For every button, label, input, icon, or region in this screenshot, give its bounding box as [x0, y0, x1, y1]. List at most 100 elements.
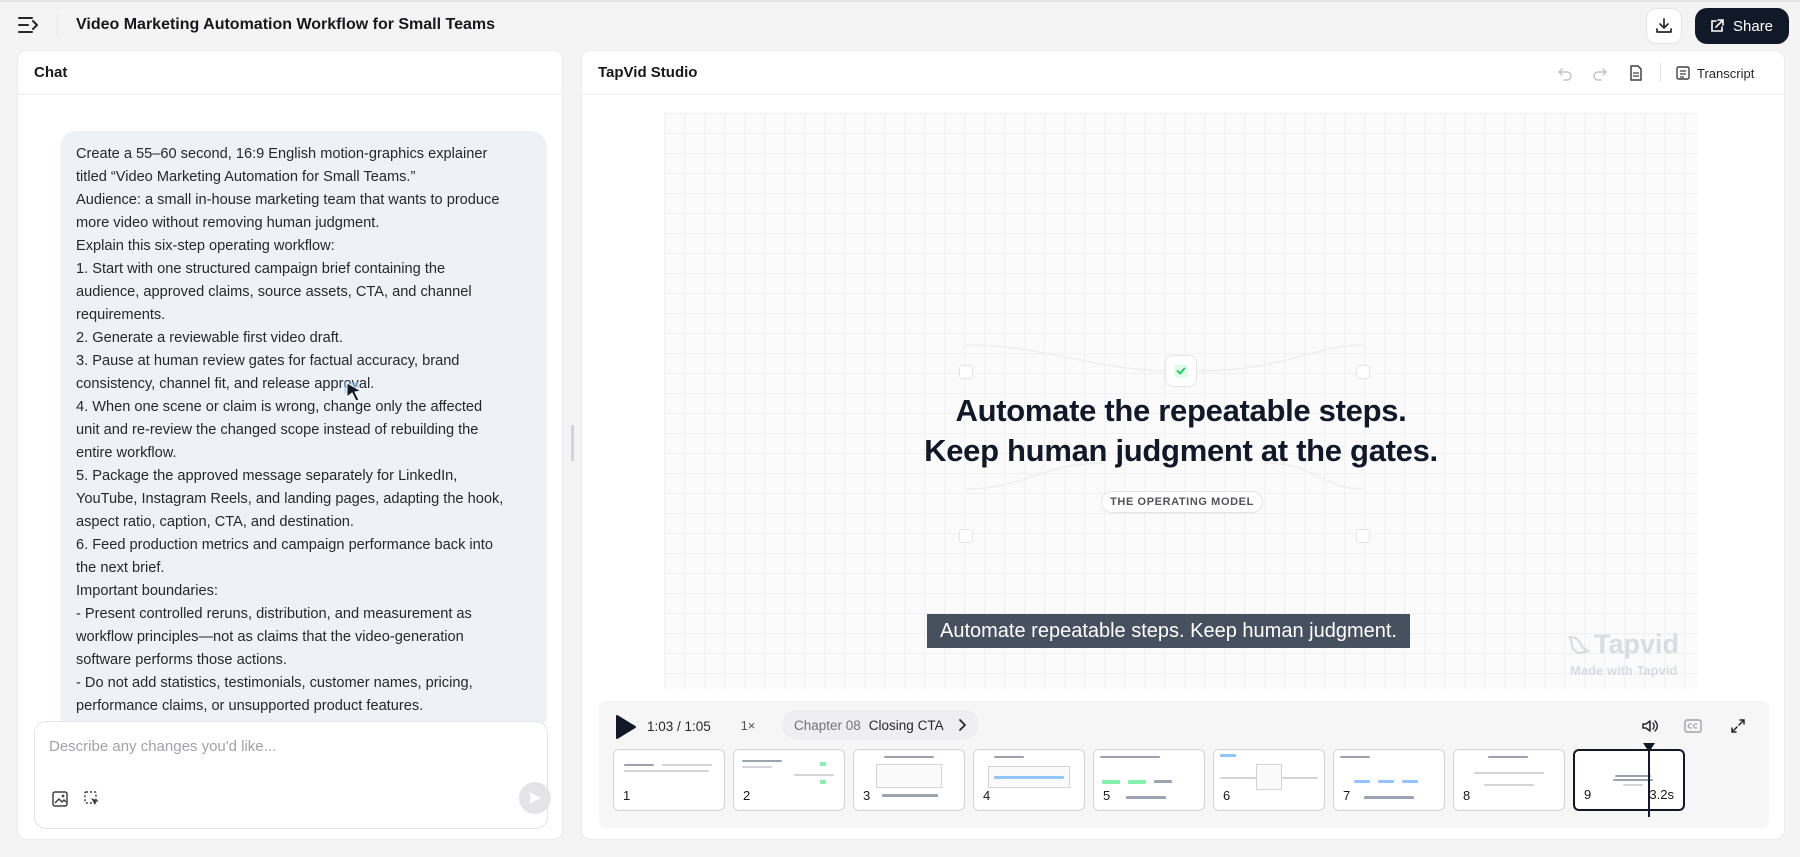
chat-input[interactable] [49, 734, 529, 758]
scene-thumbnail[interactable]: 4 [973, 749, 1085, 811]
scene-number: 4 [983, 788, 991, 803]
scene-thumbnail[interactable]: 2 [733, 749, 845, 811]
undo-button[interactable] [1555, 63, 1575, 83]
message-line: requirements. [76, 307, 166, 323]
panel-resize-handle[interactable] [571, 425, 574, 461]
studio-panel: TapVid Studio Transcript Automate the re… [581, 50, 1785, 840]
message-line: titled “Video Marketing Automation for S… [76, 169, 416, 185]
message-line: audience, approved claims, source assets… [76, 284, 472, 300]
chapter-number: Chapter 08 [794, 717, 861, 733]
watermark-name: Tapvid [1594, 629, 1680, 659]
captions-button[interactable] [1682, 715, 1704, 737]
scene-thumbnail[interactable]: 5 [1093, 749, 1205, 811]
message-line: 4. When one scene or claim is wrong, cha… [76, 399, 483, 415]
watermark-subtitle: Made with Tapvid [1570, 663, 1678, 678]
document-button[interactable] [1626, 63, 1646, 83]
header-separator [1660, 63, 1661, 83]
chapter-name: Closing CTA [868, 717, 944, 733]
closed-captions-icon [1684, 719, 1702, 733]
message-line: entire workflow. [76, 445, 177, 461]
message-line: YouTube, Instagram Reels, and landing pa… [76, 491, 504, 507]
chat-panel: Chat Create a 55–60 second, 16:9 English… [17, 50, 563, 840]
scene-thumbnail[interactable]: 7 [1333, 749, 1445, 811]
workflow-node [1356, 365, 1370, 379]
redo-button[interactable] [1590, 63, 1610, 83]
message-line: more video without removing human judgme… [76, 215, 380, 231]
scene-headline-line2: Keep human judgment at the gates. [924, 433, 1438, 468]
player-controls: 1:03 / 1:05 1× Chapter 08 Closing CTA 1 2… [599, 701, 1769, 828]
message-line: Important boundaries: [76, 583, 218, 599]
message-line: software performs those actions. [76, 652, 287, 668]
studio-title: TapVid Studio [598, 64, 698, 81]
playback-time: 1:03 / 1:05 [647, 719, 711, 734]
scene-thumbnail[interactable]: 6 [1213, 749, 1325, 811]
message-line: Audience: a small in-house marketing tea… [76, 192, 500, 208]
scene-thumbnail[interactable]: 3 [853, 749, 965, 811]
scene-number: 8 [1463, 788, 1471, 803]
scene-number: 5 [1103, 788, 1111, 803]
play-button[interactable] [613, 714, 637, 740]
image-edit-icon [52, 791, 68, 807]
top-bar: Video Marketing Automation Workflow for … [0, 0, 1800, 48]
select-element-button[interactable] [81, 788, 103, 810]
share-label: Share [1733, 17, 1774, 35]
video-preview[interactable]: Automate the repeatable steps. Keep huma… [664, 113, 1698, 689]
chat-composer [34, 721, 551, 829]
scene-number: 1 [623, 788, 631, 803]
workflow-node [1356, 529, 1370, 543]
redo-icon [1593, 68, 1608, 81]
download-icon [1656, 18, 1672, 33]
transcript-label: Transcript [1697, 65, 1755, 81]
chat-title: Chat [18, 51, 562, 95]
fullscreen-button[interactable] [1727, 715, 1749, 737]
message-line: performance claims, or unsupported produ… [76, 698, 424, 714]
scene-number: 7 [1343, 788, 1351, 803]
scene-thumbnail[interactable]: 9 3.2s [1573, 749, 1685, 811]
tapvid-watermark: Tapvid Made with Tapvid [1564, 629, 1692, 679]
scene-number: 3 [863, 788, 871, 803]
project-title: Video Marketing Automation Workflow for … [76, 16, 496, 33]
scene-duration: 3.2s [1649, 787, 1674, 802]
volume-button[interactable] [1639, 715, 1661, 737]
playback-speed-button[interactable]: 1× [728, 710, 768, 740]
message-line: 5. Package the approved message separate… [76, 468, 458, 484]
message-line: consistency, channel fit, and release ap… [76, 376, 375, 392]
subtitle-caption: Automate repeatable steps. Keep human ju… [927, 614, 1410, 648]
scene-thumbnail[interactable]: 8 [1453, 749, 1565, 811]
message-line: 2. Generate a reviewable first video dra… [76, 330, 343, 346]
top-divider [57, 14, 58, 36]
message-line: 3. Pause at human review gates for factu… [76, 353, 460, 369]
message-line: - Do not add statistics, testimonials, c… [76, 675, 473, 691]
image-edit-button[interactable] [49, 788, 71, 810]
scene-tag: THE OPERATING MODEL [1101, 491, 1263, 513]
message-line: the next brief. [76, 560, 165, 576]
message-line: aspect ratio, caption, CTA, and destinat… [76, 514, 354, 530]
volume-icon [1642, 720, 1658, 732]
chevron-right-icon [959, 719, 966, 731]
sidebar-toggle-icon[interactable] [18, 16, 40, 34]
mouse-pointer-icon [341, 377, 366, 406]
transcript-button[interactable]: Transcript [1675, 61, 1754, 85]
share-icon [1711, 19, 1724, 32]
message-line: - Present controlled reruns, distributio… [76, 606, 472, 622]
play-icon [616, 715, 636, 739]
message-line: Explain this six-step operating workflow… [76, 238, 335, 254]
scene-headline-line1: Automate the repeatable steps. [955, 393, 1407, 428]
message-line: 6. Feed production metrics and campaign … [76, 537, 493, 553]
scene-number: 2 [743, 788, 751, 803]
expand-icon [1731, 719, 1745, 733]
tapvid-logo-icon [1568, 635, 1591, 655]
send-button[interactable] [519, 782, 551, 814]
scene-number: 6 [1223, 788, 1231, 803]
playhead[interactable] [1648, 745, 1650, 817]
check-badge [1165, 355, 1197, 387]
download-button[interactable] [1646, 8, 1682, 44]
transcript-icon [1676, 66, 1690, 80]
share-button[interactable]: Share [1695, 8, 1790, 44]
undo-icon [1557, 68, 1572, 81]
checkmark-icon [1174, 364, 1188, 378]
scene-thumbnail[interactable]: 1 [613, 749, 725, 811]
message-line: unit and re-review the changed scope ins… [76, 422, 479, 438]
studio-header: TapVid Studio Transcript [582, 51, 1784, 95]
chapter-selector[interactable]: Chapter 08 Closing CTA [782, 710, 979, 740]
